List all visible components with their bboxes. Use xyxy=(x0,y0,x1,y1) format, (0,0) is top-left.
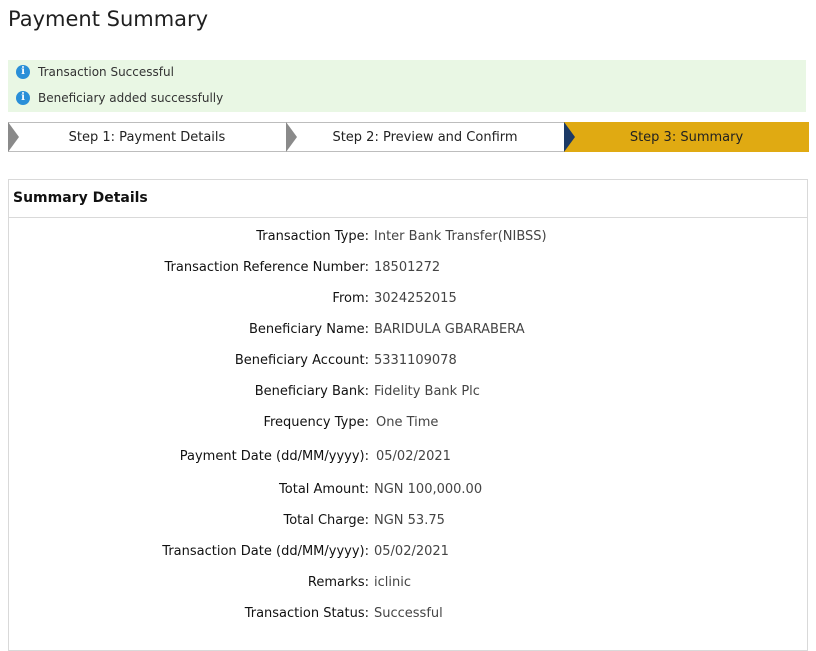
step-label: Step 1: Payment Details xyxy=(68,129,226,145)
field-value: 3024252015 xyxy=(374,291,457,306)
field-value: 05/02/2021 xyxy=(374,544,449,559)
field-label: Transaction Status: xyxy=(244,606,369,621)
alert-transaction-successful: i Transaction Successful xyxy=(16,62,174,82)
alert-text: Transaction Successful xyxy=(38,65,174,79)
page-title: Payment Summary xyxy=(8,7,209,31)
field-value: One Time xyxy=(376,415,439,430)
field-label: Total Charge: xyxy=(283,513,369,528)
alert-beneficiary-added: i Beneficiary added successfully xyxy=(16,88,223,108)
row-transaction-date: Transaction Date (dd/MM/yyyy): 05/02/202… xyxy=(9,541,807,563)
info-icon: i xyxy=(16,65,30,79)
step-2-preview-and-confirm: Step 2: Preview and Confirm xyxy=(286,122,564,152)
row-remarks: Remarks: iclinic xyxy=(9,572,807,594)
alert-box: i Transaction Successful i Beneficiary a… xyxy=(8,60,806,112)
field-label: Frequency Type: xyxy=(263,415,369,430)
field-label: Transaction Date (dd/MM/yyyy): xyxy=(162,544,369,559)
field-label: Total Amount: xyxy=(279,482,369,497)
field-value: Fidelity Bank Plc xyxy=(374,384,480,399)
row-beneficiary-account: Beneficiary Account: 5331109078 xyxy=(9,350,807,372)
field-value: 5331109078 xyxy=(374,353,457,368)
row-payment-date: Payment Date (dd/MM/yyyy): 05/02/2021 xyxy=(9,446,807,468)
step-3-summary: Step 3: Summary xyxy=(564,122,809,152)
field-value: iclinic xyxy=(374,575,411,590)
step-label: Step 3: Summary xyxy=(629,129,744,145)
summary-details-panel: Summary Details Transaction Type: Inter … xyxy=(8,179,808,651)
field-label: Beneficiary Name: xyxy=(249,322,369,337)
row-total-amount: Total Amount: NGN 100,000.00 xyxy=(9,479,807,501)
step-label: Step 2: Preview and Confirm xyxy=(332,129,518,145)
field-value: Successful xyxy=(374,606,443,621)
row-beneficiary-name: Beneficiary Name: BARIDULA GBARABERA xyxy=(9,319,807,341)
field-value: BARIDULA GBARABERA xyxy=(374,322,525,337)
row-from: From: 3024252015 xyxy=(9,288,807,310)
summary-header: Summary Details xyxy=(9,180,807,218)
row-beneficiary-bank: Beneficiary Bank: Fidelity Bank Plc xyxy=(9,381,807,403)
field-label: Transaction Reference Number: xyxy=(164,260,369,275)
step-1-payment-details: Step 1: Payment Details xyxy=(8,122,286,152)
field-value: 18501272 xyxy=(374,260,441,275)
field-label: Beneficiary Bank: xyxy=(254,384,369,399)
row-transaction-status: Transaction Status: Successful xyxy=(9,603,807,625)
field-label: Remarks: xyxy=(307,575,369,590)
row-total-charge: Total Charge: NGN 53.75 xyxy=(9,510,807,532)
step-progress-bar: Step 1: Payment Details Step 2: Preview … xyxy=(8,122,809,152)
info-icon: i xyxy=(16,91,30,105)
row-frequency-type: Frequency Type: One Time xyxy=(9,412,807,434)
field-value: 05/02/2021 xyxy=(376,449,451,464)
summary-title: Summary Details xyxy=(13,190,148,206)
field-value: NGN 53.75 xyxy=(374,513,445,528)
field-label: Transaction Type: xyxy=(256,229,369,244)
alert-text: Beneficiary added successfully xyxy=(38,91,224,105)
field-label: Beneficiary Account: xyxy=(234,353,369,368)
field-value: NGN 100,000.00 xyxy=(374,482,483,497)
field-label: Payment Date (dd/MM/yyyy): xyxy=(179,449,369,464)
row-transaction-reference-number: Transaction Reference Number: 18501272 xyxy=(9,257,807,279)
field-label: From: xyxy=(332,291,369,306)
field-value: Inter Bank Transfer(NIBSS) xyxy=(374,229,547,244)
row-transaction-type: Transaction Type: Inter Bank Transfer(NI… xyxy=(9,226,807,248)
